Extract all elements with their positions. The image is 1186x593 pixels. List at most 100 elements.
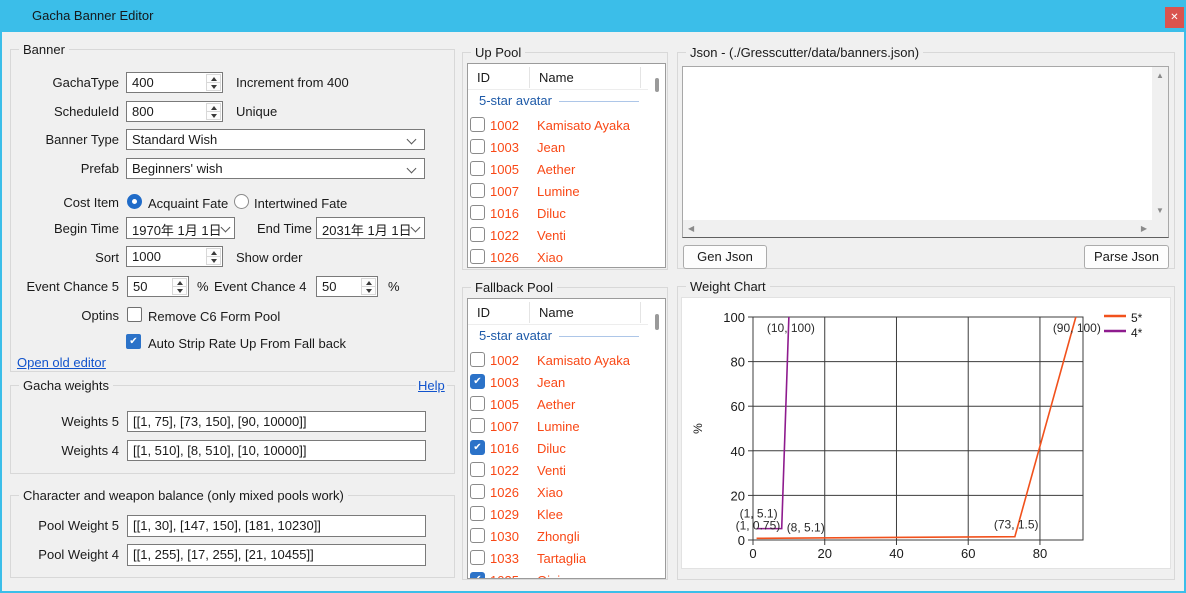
- begin-time-picker[interactable]: 1970年 1月 1日: [126, 217, 235, 239]
- schedule-id-spinner[interactable]: 800: [126, 101, 223, 122]
- app-window: Gacha Banner Editor ✕ Banner GachaType 4…: [0, 0, 1186, 593]
- intertwined-fate-radio[interactable]: [234, 194, 249, 209]
- column-separator: [640, 67, 641, 88]
- spin-down-button[interactable]: [207, 256, 220, 264]
- scrollbar-thumb[interactable]: [655, 78, 659, 92]
- row-checkbox[interactable]: [470, 205, 485, 220]
- end-time-picker[interactable]: 2031年 1月 1日: [316, 217, 425, 239]
- spin-up-button[interactable]: [173, 279, 186, 286]
- spin-down-button[interactable]: [362, 286, 375, 294]
- row-id: 1003: [490, 140, 519, 155]
- banner-group-title: Banner: [19, 42, 69, 57]
- scroll-right-icon[interactable]: ▶: [1141, 225, 1147, 233]
- header-divider: [468, 89, 648, 90]
- scrollbar-corner: [1152, 220, 1168, 237]
- column-header-id[interactable]: ID: [477, 70, 490, 85]
- row-checkbox[interactable]: [470, 462, 485, 477]
- pool-row: 1026Xiao: [468, 247, 665, 268]
- event-chance-4-value: 50: [322, 279, 336, 294]
- open-old-editor-link[interactable]: Open old editor: [17, 355, 106, 370]
- row-checkbox[interactable]: [470, 227, 485, 242]
- column-header-name[interactable]: Name: [539, 70, 574, 85]
- row-checkbox[interactable]: [470, 550, 485, 565]
- row-checkbox[interactable]: [470, 183, 485, 198]
- row-checkbox[interactable]: [470, 249, 485, 264]
- row-name: Lumine: [537, 419, 580, 434]
- spin-up-button[interactable]: [362, 279, 375, 286]
- row-checkbox[interactable]: [470, 396, 485, 411]
- spin-up-button[interactable]: [207, 75, 220, 82]
- column-header-name[interactable]: Name: [539, 305, 574, 320]
- row-name: Tartaglia: [537, 551, 586, 566]
- pool-weight-4-input[interactable]: [[1, 255], [17, 255], [21, 10455]]: [127, 544, 426, 566]
- row-name: Diluc: [537, 441, 566, 456]
- row-checkbox[interactable]: [470, 117, 485, 132]
- scroll-left-icon[interactable]: ◀: [688, 225, 694, 233]
- row-id: 1016: [490, 441, 519, 456]
- gacha-type-spinner[interactable]: 400: [126, 72, 223, 93]
- row-checkbox[interactable]: [470, 484, 485, 499]
- row-checkbox[interactable]: [470, 418, 485, 433]
- pool-row: 1016Diluc: [468, 203, 665, 225]
- auto-strip-checkbox[interactable]: [126, 334, 141, 349]
- row-name: Zhongli: [537, 529, 580, 544]
- event-chance-5-unit: %: [197, 279, 209, 294]
- parse-json-button[interactable]: Parse Json: [1084, 245, 1169, 269]
- begin-time-label: Begin Time: [11, 221, 119, 236]
- event-chance-5-spinner[interactable]: 50: [127, 276, 189, 297]
- scrollbar-thumb[interactable]: [655, 314, 659, 330]
- close-button[interactable]: ✕: [1165, 7, 1184, 28]
- spin-up-button[interactable]: [207, 249, 220, 256]
- row-id: 1002: [490, 353, 519, 368]
- banner-type-dropdown[interactable]: Standard Wish: [126, 129, 425, 150]
- sort-spin-buttons: [206, 248, 221, 265]
- gen-json-button[interactable]: Gen Json: [683, 245, 767, 269]
- sort-hint: Show order: [236, 250, 302, 265]
- event-chance-4-spin-buttons: [361, 278, 376, 295]
- scroll-down-icon[interactable]: ▼: [1156, 207, 1164, 215]
- schedule-id-hint: Unique: [236, 104, 277, 119]
- remove-c6-checkbox[interactable]: [127, 307, 142, 322]
- weights-5-input[interactable]: [[1, 75], [73, 150], [90, 10000]]: [127, 411, 426, 432]
- spin-down-button[interactable]: [173, 286, 186, 294]
- event-chance-4-spinner[interactable]: 50: [316, 276, 378, 297]
- horizontal-scrollbar[interactable]: ◀ ▶: [683, 220, 1152, 237]
- scroll-up-icon[interactable]: ▲: [1156, 72, 1164, 80]
- sort-spinner[interactable]: 1000: [126, 246, 223, 267]
- up-pool-list[interactable]: ID Name 5-star avatar 1002Kamisato Ayaka…: [467, 63, 666, 268]
- row-checkbox[interactable]: [470, 139, 485, 154]
- pool-weight-5-label: Pool Weight 5: [11, 518, 119, 533]
- spin-down-button[interactable]: [207, 111, 220, 119]
- json-textarea[interactable]: [683, 67, 1152, 220]
- help-link[interactable]: Help: [416, 378, 447, 393]
- event-chance-5-label: Event Chance 5: [11, 279, 119, 294]
- spin-down-button[interactable]: [207, 82, 220, 90]
- row-name: Jean: [537, 140, 565, 155]
- arrow-up-icon: [211, 251, 217, 255]
- row-name: Diluc: [537, 206, 566, 221]
- pool-weight-4-label: Pool Weight 4: [11, 547, 119, 562]
- vertical-scrollbar[interactable]: ▲ ▼: [1152, 67, 1168, 220]
- row-name: Kamisato Ayaka: [537, 353, 630, 368]
- acquaint-fate-radio[interactable]: [127, 194, 142, 209]
- row-checkbox[interactable]: [470, 528, 485, 543]
- spin-up-button[interactable]: [207, 104, 220, 111]
- pool-row: 1007Lumine: [468, 181, 665, 203]
- pool-weight-5-input[interactable]: [[1, 30], [147, 150], [181, 10230]]: [127, 515, 426, 537]
- row-id: 1005: [490, 162, 519, 177]
- gacha-type-spin-buttons: [206, 74, 221, 91]
- prefab-dropdown[interactable]: Beginners' wish: [126, 158, 425, 179]
- arrow-up-icon: [177, 281, 183, 285]
- row-checkbox[interactable]: [470, 572, 485, 579]
- column-header-id[interactable]: ID: [477, 305, 490, 320]
- row-checkbox[interactable]: [470, 440, 485, 455]
- row-checkbox[interactable]: [470, 161, 485, 176]
- row-checkbox[interactable]: [470, 352, 485, 367]
- category-line: [559, 101, 639, 102]
- row-checkbox[interactable]: [470, 374, 485, 389]
- weights-4-input[interactable]: [[1, 510], [8, 510], [10, 10000]]: [127, 440, 426, 461]
- up-pool-group: Up Pool ID Name 5-star avatar 1002Kamisa…: [462, 52, 668, 270]
- row-checkbox[interactable]: [470, 506, 485, 521]
- column-separator: [529, 67, 530, 88]
- fallback-pool-list[interactable]: ID Name 5-star avatar 1002Kamisato Ayaka…: [467, 298, 666, 579]
